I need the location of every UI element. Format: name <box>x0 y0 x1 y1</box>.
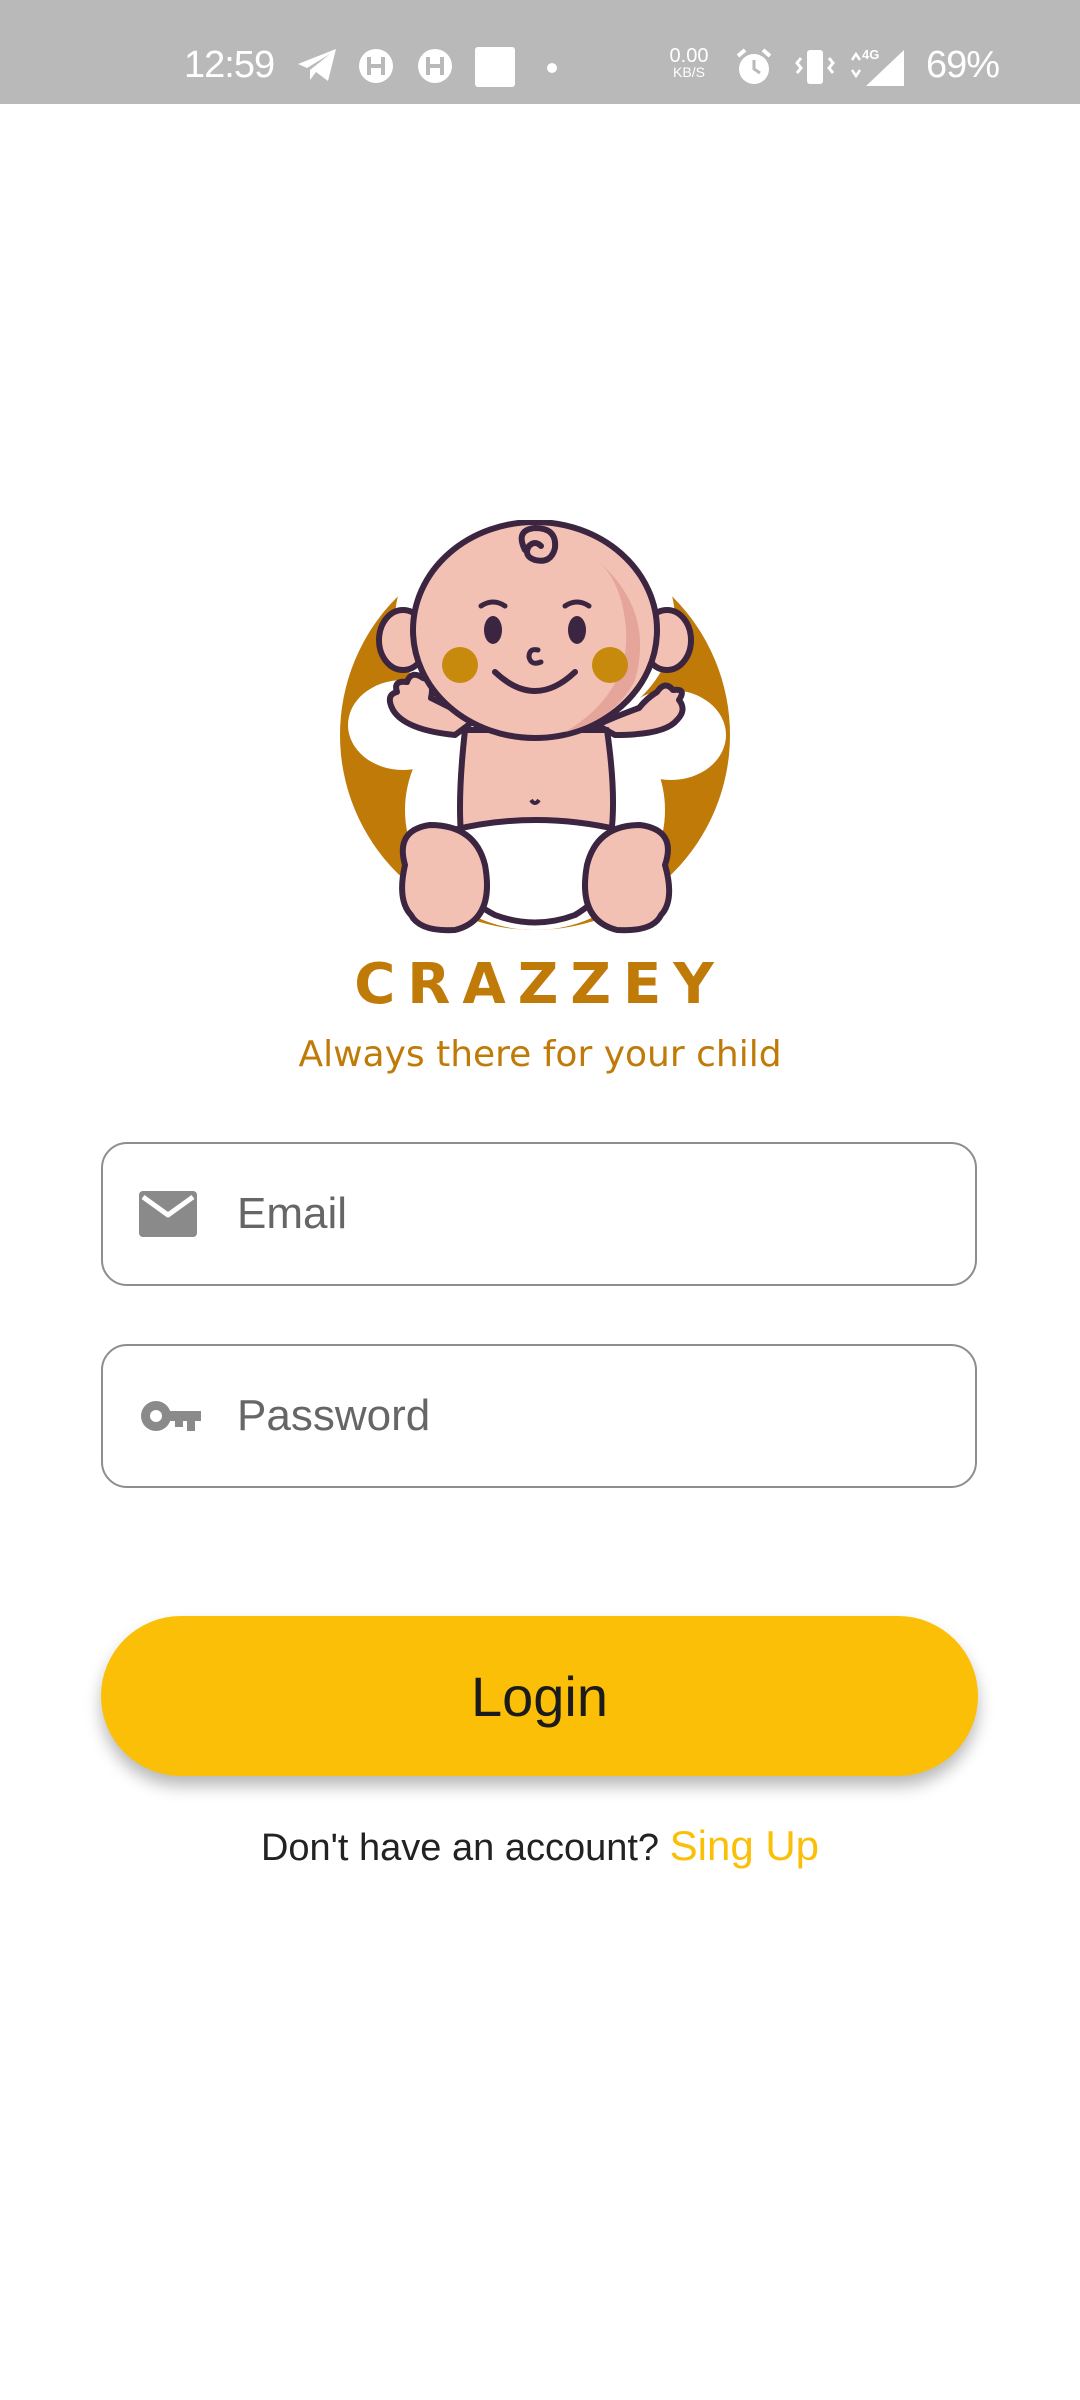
signup-prompt: Don't have an account? <box>260 1827 660 1869</box>
network-speed: 0.00 KB/S <box>664 45 714 80</box>
network-type-label: 4G <box>862 47 879 62</box>
vibrate-icon <box>795 50 835 84</box>
email-field[interactable] <box>101 1142 977 1286</box>
hotspot-h-icon-2 <box>418 49 452 83</box>
telegram-icon <box>298 49 336 81</box>
status-time: 12:59 <box>184 44 275 86</box>
signup-link[interactable]: Sing Up <box>670 1822 819 1869</box>
signal-4g-icon: 4G <box>850 47 904 86</box>
password-input[interactable] <box>237 1346 937 1486</box>
alarm-icon <box>736 48 772 84</box>
brand-name: CRAZZEY <box>354 952 726 1017</box>
battery-percent: 69% <box>926 44 1000 86</box>
network-speed-value: 0.00 <box>669 45 709 67</box>
login-button[interactable]: Login <box>101 1616 978 1776</box>
login-screen: 12:59 0.00 KB/S 4G 69% CRAZZEY Always th… <box>0 0 1080 2400</box>
status-bar: 12:59 0.00 KB/S 4G 69% <box>0 0 1080 104</box>
hotspot-h-icon <box>359 49 393 83</box>
key-icon <box>141 1401 201 1431</box>
mail-icon <box>139 1191 197 1237</box>
password-field[interactable] <box>101 1344 977 1488</box>
brand-tagline: Always there for your child <box>298 1034 782 1075</box>
more-notifications-dot-icon <box>547 63 557 73</box>
square-notification-icon <box>475 47 515 87</box>
signup-row: Don't have an account? Sing Up <box>0 1822 1080 1870</box>
email-input[interactable] <box>237 1144 937 1284</box>
baby-logo <box>340 520 730 934</box>
